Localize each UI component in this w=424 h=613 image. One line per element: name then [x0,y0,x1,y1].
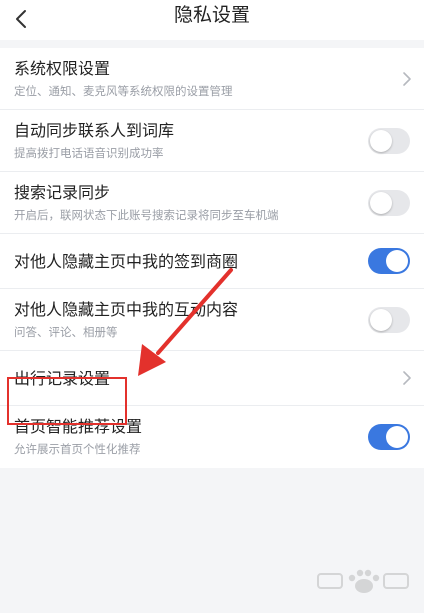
setting-travel-records[interactable]: 出行记录设置 [0,351,424,406]
toggle-knob [370,129,392,152]
header-bar: 隐私设置 [0,0,424,40]
setting-title: 系统权限设置 [14,59,111,78]
chevron-right-icon [403,71,411,86]
search-history-sync-toggle[interactable] [368,189,410,216]
watermark-logo [317,569,409,593]
toggle-knob [370,308,392,331]
setting-subtitle: 提高拨打电话语音识别成功率 [14,146,164,160]
chevron-right-icon [403,371,411,385]
setting-title: 搜索记录同步 [14,183,111,202]
page-title: 隐私设置 [173,4,250,26]
setting-title: 对他人隐藏主页中我的签到商圈 [14,252,239,271]
setting-hide-interactions: 对他人隐藏主页中我的互动内容 问答、评论、相册等 [0,289,424,351]
setting-system-permissions[interactable]: 系统权限设置 定位、通知、麦克风等系统权限的设置管理 [0,48,424,110]
toggle-knob [370,191,392,214]
hide-interactions-toggle[interactable] [368,306,410,333]
smart-recommendation-toggle[interactable] [368,424,410,450]
setting-subtitle: 问答、评论、相册等 [14,325,118,339]
toggle-knob [386,426,408,448]
settings-list: 系统权限设置 定位、通知、麦克风等系统权限的设置管理 自动同步联系人到词库 提高… [0,48,424,468]
setting-title: 首页智能推荐设置 [14,417,143,436]
setting-subtitle: 开启后，联网状态下此账号搜索记录将同步至车机端 [14,208,279,222]
setting-hide-checkin-area: 对他人隐藏主页中我的签到商圈 [0,234,424,289]
hide-checkin-area-toggle[interactable] [368,248,410,274]
sync-contacts-toggle[interactable] [368,127,410,154]
setting-smart-recommendation: 首页智能推荐设置 允许展示首页个性化推荐 [0,406,424,468]
setting-sync-contacts: 自动同步联系人到词库 提高拨打电话语音识别成功率 [0,110,424,172]
setting-title: 对他人隐藏主页中我的互动内容 [14,300,239,319]
setting-title: 自动同步联系人到词库 [14,121,175,140]
setting-title: 出行记录设置 [14,369,111,388]
setting-subtitle: 定位、通知、麦克风等系统权限的设置管理 [14,84,233,98]
toggle-knob [386,250,408,272]
setting-subtitle: 允许展示首页个性化推荐 [14,442,141,456]
setting-search-history-sync: 搜索记录同步 开启后，联网状态下此账号搜索记录将同步至车机端 [0,172,424,234]
